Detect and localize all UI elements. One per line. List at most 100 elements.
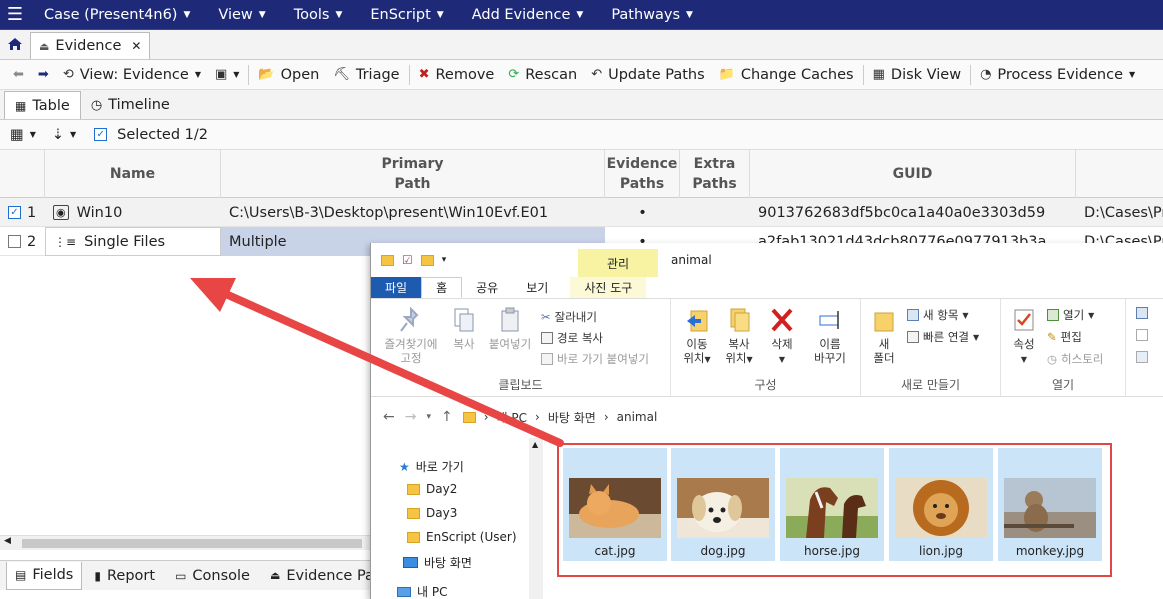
history-button[interactable]: ◷ 히스토리 (1047, 351, 1103, 367)
nav-day2[interactable]: Day2 (407, 482, 457, 496)
folder-icon (381, 254, 394, 266)
nav-desktop[interactable]: 바탕 화면 (403, 554, 472, 571)
tab-evidence-pa[interactable]: ⏏ Evidence Pa (262, 562, 382, 590)
edit-label: 편집 (1060, 330, 1082, 344)
cut-button[interactable]: ✂ 잘라내기 (541, 309, 597, 325)
paste-button[interactable]: 붙여넣기 (485, 307, 535, 351)
caret-down-icon: ▼ (194, 70, 201, 79)
ribbon-tab-share[interactable]: 공유 (462, 277, 512, 298)
select-none-ribbon-icon[interactable] (1136, 329, 1148, 341)
breadcrumb-folder[interactable]: animal (617, 410, 658, 424)
menu-view[interactable]: View ▼ (204, 7, 279, 23)
invert-selection-ribbon-icon[interactable] (1136, 351, 1148, 363)
move-to-button[interactable]: 이동 위치▼ (679, 307, 715, 367)
caret-down-icon: ▼ (1129, 70, 1136, 79)
tab-console[interactable]: ▭ Console (167, 562, 258, 590)
table-row[interactable]: ✓ 1 ◉ Win10 C:\Users\B-3\Desktop\present\W… (0, 198, 1163, 227)
hamburger-menu-icon[interactable]: ☰ (0, 4, 30, 25)
properties-button[interactable]: 속성 ▼ (1007, 307, 1041, 367)
triage-button[interactable]: ⛏ Triage (326, 67, 406, 83)
update-paths-button[interactable]: ↶ Update Paths (584, 67, 711, 83)
layout-dropdown[interactable]: ▣ ▼ (208, 67, 246, 82)
paste-label: 붙여넣기 (488, 337, 532, 351)
tab-timeline[interactable]: ◷ Timeline (81, 91, 180, 119)
back-button[interactable]: ⬅ (6, 67, 31, 82)
ribbon-tab-file[interactable]: 파일 (371, 277, 422, 298)
header-extra[interactable] (1076, 150, 1163, 198)
disk-view-button[interactable]: ▦ Disk View (866, 67, 968, 83)
tab-table[interactable]: ▦ Table (4, 91, 81, 119)
process-evidence-dropdown[interactable]: ◔ Process Evidence ▼ (973, 67, 1142, 83)
nav-quick-access[interactable]: ★ 바로 가기 (399, 458, 464, 475)
breadcrumb[interactable]: › 내 PC › 바탕 화면 › animal (462, 409, 658, 426)
tab-evidence[interactable]: ⏏ Evidence ✕ (30, 32, 151, 59)
new-item-button[interactable]: 새 항목 ▼ (907, 307, 969, 323)
folder-icon (407, 483, 420, 495)
menu-add-evidence[interactable]: Add Evidence ▼ (458, 7, 598, 23)
menu-enscript[interactable]: EnScript ▼ (356, 7, 457, 23)
remove-button[interactable]: ✖ Remove (412, 67, 502, 83)
rescan-label: Rescan (525, 66, 578, 83)
nav-day3[interactable]: Day3 (407, 506, 457, 520)
ribbon-tab-view[interactable]: 보기 (512, 277, 562, 298)
navigation-scrollbar[interactable]: ▲ (529, 438, 543, 599)
row-checkbox[interactable]: ✓ (8, 206, 21, 219)
new-folder-quick-icon[interactable] (420, 254, 434, 266)
forward-arrow-icon[interactable]: → (405, 409, 417, 425)
ribbon-tab-home[interactable]: 홈 (421, 277, 463, 298)
change-caches-button[interactable]: 📁 Change Caches (712, 67, 861, 83)
tab-report[interactable]: ▮ Report (86, 562, 163, 590)
up-arrow-icon[interactable]: ↑ (441, 409, 453, 425)
new-folder-button[interactable]: 새 폴더 (867, 307, 901, 365)
scrollbar-thumb[interactable] (22, 539, 362, 548)
view-evidence-dropdown[interactable]: ⟲ View: Evidence ▼ (56, 67, 208, 83)
columns-dropdown[interactable]: ▦ ▼ (10, 127, 36, 143)
forward-button[interactable]: ➡ (31, 67, 56, 82)
paste-shortcut-button[interactable]: 바로 가기 붙여넣기 (541, 351, 649, 367)
header-extra-paths[interactable]: Extra Paths (680, 150, 750, 198)
ribbon-tab-photo-tools[interactable]: 사진 도구 (570, 277, 647, 298)
highlight-frame (557, 443, 1112, 577)
copy-button[interactable]: 복사 (447, 307, 481, 351)
rename-button[interactable]: 이름 바꾸기 (807, 307, 853, 365)
header-evidence-paths[interactable]: Evidence Paths (605, 150, 680, 198)
explorer-title-bar: ☑ ▾ (371, 243, 1163, 277)
close-icon[interactable]: ✕ (131, 39, 141, 53)
row-checkbox[interactable] (8, 235, 21, 248)
header-guid[interactable]: GUID (750, 150, 1076, 198)
recent-dropdown-icon[interactable]: ▾ (426, 412, 431, 422)
nav-this-pc[interactable]: 내 PC (397, 583, 447, 599)
manage-context-tab[interactable]: 관리 (578, 249, 658, 277)
copy-to-button[interactable]: 복사 위치▼ (721, 307, 757, 367)
header-name[interactable]: Name (45, 150, 221, 198)
tab-fields[interactable]: ▤ Fields (6, 561, 83, 590)
select-all-ribbon-icon[interactable] (1136, 307, 1148, 319)
quick-access-dropdown[interactable]: ▾ (442, 255, 447, 265)
breadcrumb-separator: › (535, 410, 540, 424)
breadcrumb-desktop[interactable]: 바탕 화면 (548, 409, 596, 426)
menu-pathways[interactable]: Pathways ▼ (597, 7, 707, 23)
menu-case[interactable]: Case (Present4n6) ▼ (30, 7, 204, 23)
menu-tools[interactable]: Tools ▼ (280, 7, 357, 23)
edit-button[interactable]: ✎ 편집 (1047, 329, 1082, 345)
pin-quick-access-button[interactable]: 즐겨찾기에 고정 (379, 307, 443, 365)
easy-access-button[interactable]: 빠른 연결 ▼ (907, 329, 979, 345)
scroll-left-icon[interactable]: ◀ (4, 536, 11, 546)
nav-enscript-user[interactable]: EnScript (User) (407, 530, 517, 544)
back-arrow-icon[interactable]: ← (383, 409, 395, 425)
header-primary-path[interactable]: Primary Path (221, 150, 605, 198)
select-all-checkbox[interactable]: ✓ (94, 128, 108, 141)
delete-button[interactable]: 삭제 ▼ (765, 307, 799, 367)
rescan-button[interactable]: ⟳ Rescan (501, 67, 584, 83)
scroll-up-icon[interactable]: ▲ (532, 440, 538, 449)
breadcrumb-separator: › (603, 410, 609, 424)
navigation-pane: ★ 바로 가기 Day2 Day3 EnScript (User) 바탕 화면 내… (371, 438, 531, 599)
open-button[interactable]: 📂 Open (251, 67, 326, 83)
sort-dropdown[interactable]: ⇣ ▼ (52, 127, 76, 143)
breadcrumb-pc[interactable]: 내 PC (497, 409, 527, 426)
ribbon-tab-home-label: 홈 (436, 281, 448, 295)
copy-path-button[interactable]: 경로 복사 (541, 330, 603, 346)
open-button-ribbon[interactable]: 열기 ▼ (1047, 307, 1094, 323)
properties-quick-icon[interactable]: ☑ (402, 253, 413, 267)
home-icon[interactable] (0, 29, 30, 59)
